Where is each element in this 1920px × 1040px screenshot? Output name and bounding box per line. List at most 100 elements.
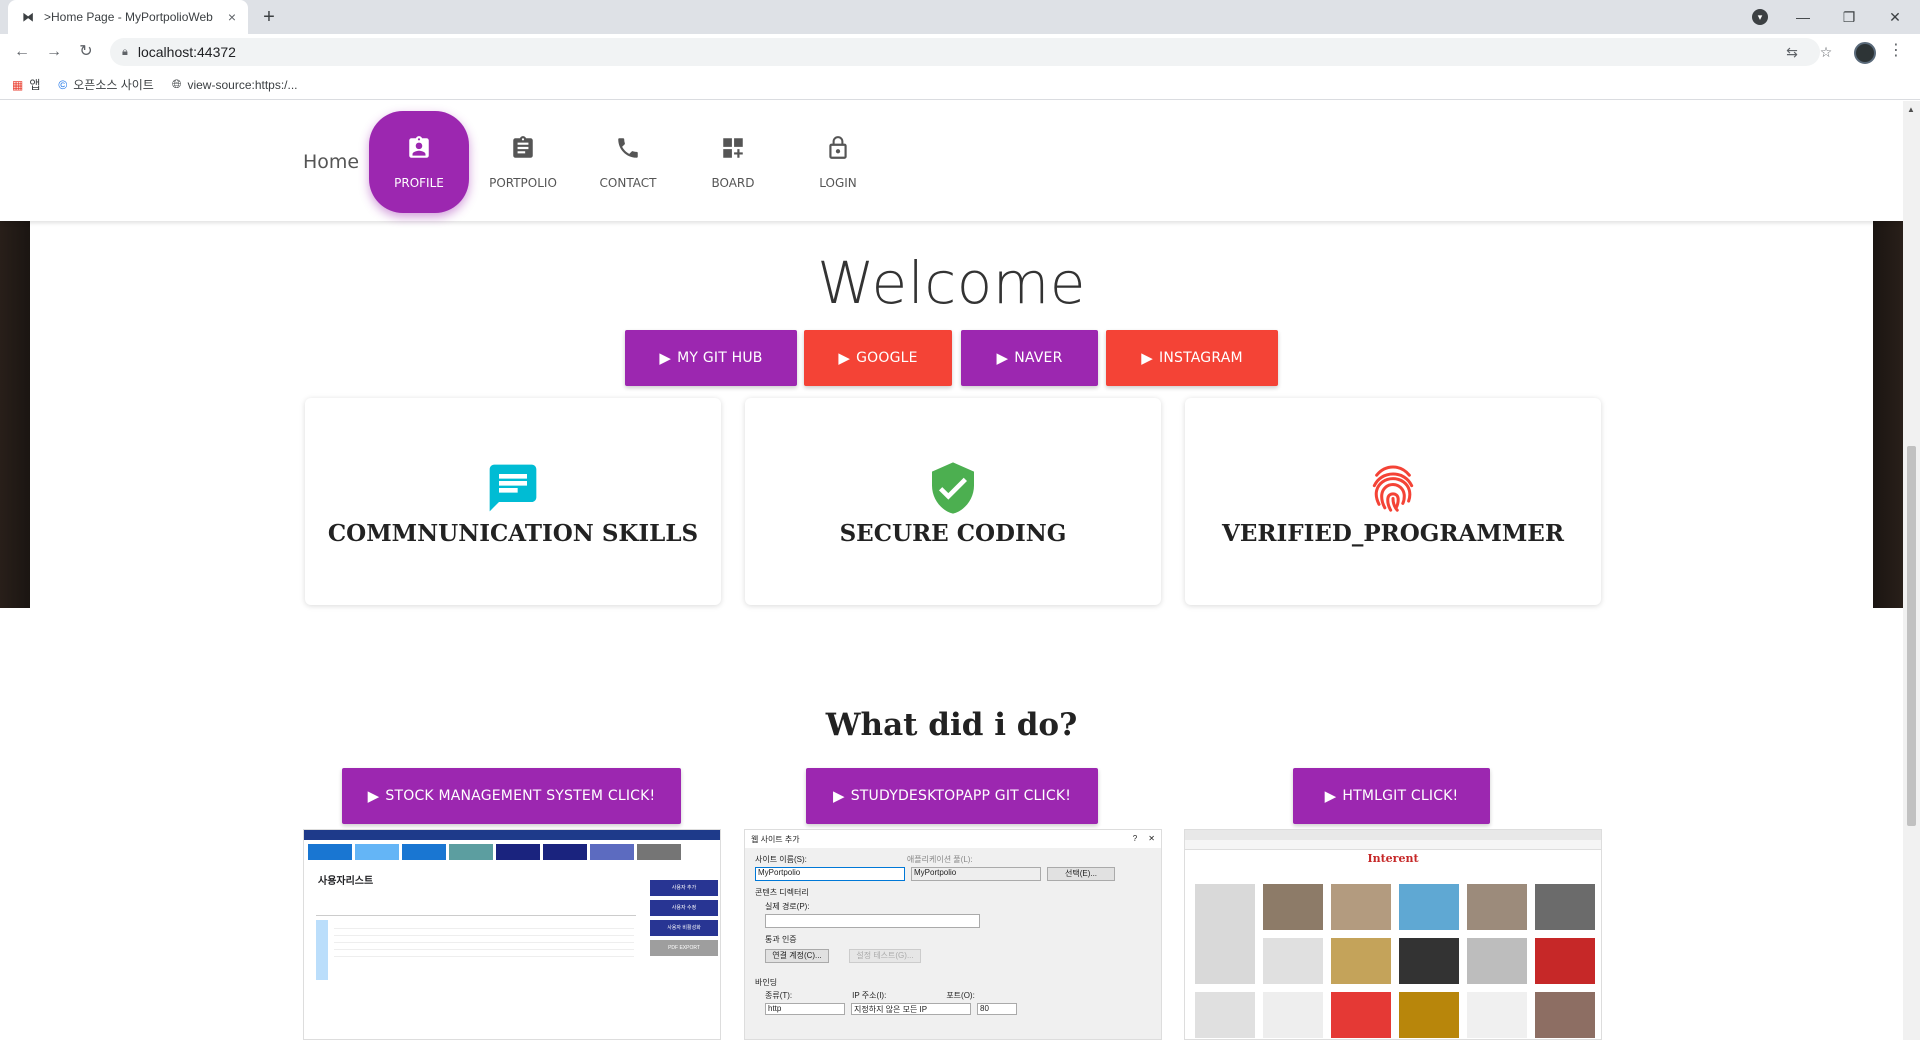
button-label: NAVER — [1014, 350, 1063, 366]
translate-icon[interactable]: ⇆ — [1780, 40, 1804, 64]
forward-arrow-icon[interactable]: → — [42, 40, 66, 64]
dialog-label: 콘텐츠 디렉터리 — [755, 888, 809, 897]
scroll-up-icon[interactable]: ▲ — [1907, 105, 1915, 114]
screenshot-side-button: PDF EXPORT — [650, 940, 718, 956]
browser-menu-icon[interactable]: ⋮ — [1888, 40, 1904, 60]
bookmark-label: view-source:https:/... — [187, 77, 298, 92]
site-navbar: Home PROFILE PORTPOLIO CONTACT BOARD LOG… — [0, 101, 1903, 221]
bookmark-label: 오픈소스 사이트 — [73, 78, 154, 92]
dialog-label: 사이트 이름(S): — [755, 855, 807, 864]
verified-shield-icon — [925, 460, 981, 516]
dialog-button: 선택(E)... — [1047, 867, 1115, 881]
clipboard-icon — [509, 134, 537, 162]
studydesktopapp-button[interactable]: ▶ STUDYDESKTOPAPP GIT CLICK! — [806, 768, 1098, 824]
stock-management-screenshot: 사용자리스트 사용자 추가 사용자 수정 사용자 비활성화 PDF EXPORT — [303, 829, 721, 1040]
scrollbar-thumb[interactable] — [1907, 446, 1916, 826]
feature-title: SECURE CODING — [839, 520, 1067, 547]
dialog-label: 통과 인증 — [765, 935, 797, 944]
bookmarks-bar: ▦ 앱 © 오픈소스 사이트 🌐︎ view-source:https:/... — [0, 70, 1920, 100]
dialog-input: 지정하지 않은 모든 IP — [851, 1003, 971, 1015]
dialog-label: 바인딩 — [755, 978, 778, 987]
url-text: localhost:44372 — [137, 44, 236, 60]
restore-icon[interactable]: ❐ — [1826, 9, 1872, 26]
dashboard-add-icon — [719, 134, 747, 162]
address-bar[interactable]: 🔒︎ localhost:44372 — [110, 38, 1820, 66]
bookmark-apps[interactable]: ▦ 앱 — [12, 76, 40, 93]
play-icon: ▶ — [1324, 787, 1337, 805]
play-icon: ▶ — [832, 787, 845, 805]
browser-toolbar: ← → ↻ 🔒︎ localhost:44372 ⇆ ☆ ⋮ — [0, 34, 1920, 70]
feature-title: VERIFIED_PROGRAMMER — [1222, 520, 1564, 547]
minimize-icon[interactable]: — — [1780, 9, 1826, 25]
nav-item-board[interactable]: BOARD — [683, 111, 783, 213]
dialog-input — [765, 914, 980, 928]
lock-icon — [824, 134, 852, 162]
button-label: HTMLGIT CLICK! — [1342, 788, 1459, 804]
dialog-button: 설정 테스트(G)... — [849, 949, 921, 963]
htmlgit-screenshot: Interent — [1184, 829, 1602, 1040]
reload-icon[interactable]: ↻ — [74, 40, 98, 64]
play-icon: ▶ — [659, 349, 672, 367]
dialog-label: 포트(O): — [946, 991, 975, 1000]
dialog-label: IP 주소(I): — [852, 991, 887, 1000]
instagram-button[interactable]: ▶ INSTAGRAM — [1106, 330, 1278, 386]
nav-item-label: BOARD — [711, 176, 755, 190]
dialog-input: MyPortpolio — [911, 867, 1041, 881]
back-arrow-icon[interactable]: ← — [10, 40, 34, 64]
screenshot-dialog-title: 웹 사이트 추가 — [751, 835, 800, 844]
dialog-label: 종류(T): — [765, 991, 793, 1000]
new-tab-button[interactable]: + — [258, 6, 280, 28]
screenshot-side-button: 사용자 수정 — [650, 900, 718, 916]
button-label: MY GIT HUB — [677, 350, 763, 366]
feature-card-communication: COMMNUNICATION SKILLS — [305, 398, 721, 605]
google-button[interactable]: ▶ GOOGLE — [804, 330, 952, 386]
bookmark-label: 앱 — [29, 78, 41, 92]
dialog-input: MyPortpolio — [755, 867, 905, 881]
nav-item-profile[interactable]: PROFILE — [369, 111, 469, 213]
browser-tab-bar: ⧓ >Home Page - MyPortpolioWeb × + ▾ — ❐ … — [0, 0, 1920, 34]
tab-title: >Home Page - MyPortpolioWeb — [44, 10, 213, 24]
nav-item-login[interactable]: LOGIN — [788, 111, 888, 213]
close-window-icon[interactable]: ✕ — [1872, 9, 1918, 26]
naver-button[interactable]: ▶ NAVER — [961, 330, 1098, 386]
github-button[interactable]: ▶ MY GIT HUB — [625, 330, 797, 386]
tab-favicon-icon: ⧓ — [22, 10, 34, 24]
study-desktop-app-screenshot: 웹 사이트 추가 ? ✕ 사이트 이름(S): 애플리케이션 풀(L): MyP… — [744, 829, 1162, 1040]
nav-item-label: CONTACT — [599, 176, 657, 190]
globe-icon: 🌐︎ — [171, 77, 182, 91]
apps-grid-icon: ▦ — [12, 77, 24, 92]
profile-badge-icon — [405, 134, 433, 162]
button-label: STOCK MANAGEMENT SYSTEM CLICK! — [385, 788, 656, 804]
screenshot-heading: Interent — [1367, 852, 1419, 865]
nav-item-contact[interactable]: CONTACT — [578, 111, 678, 213]
feature-card-verified: VERIFIED_PROGRAMMER — [1185, 398, 1601, 605]
dialog-button: 연결 계정(C)... — [765, 949, 829, 963]
bookmark-view-source[interactable]: 🌐︎ view-source:https:/... — [172, 77, 298, 92]
htmlgit-button[interactable]: ▶ HTMLGIT CLICK! — [1293, 768, 1490, 824]
dialog-label: 애플리케이션 풀(L): — [906, 855, 973, 864]
dialog-label: 실제 경로(P): — [765, 902, 810, 911]
feature-title: COMMNUNICATION SKILLS — [327, 520, 699, 547]
navbar-brand[interactable]: Home — [303, 151, 359, 173]
screenshot-side-button: 사용자 추가 — [650, 880, 718, 896]
lock-icon: 🔒︎ — [122, 45, 128, 58]
tab-search-icon[interactable]: ▾ — [1752, 9, 1768, 25]
page-scrollbar[interactable]: ▲ — [1903, 101, 1920, 1040]
profile-avatar[interactable] — [1854, 42, 1876, 64]
nav-item-label: LOGIN — [819, 176, 857, 190]
button-label: INSTAGRAM — [1159, 350, 1243, 366]
section-title: What did i do? — [825, 707, 1078, 743]
play-icon: ▶ — [367, 787, 380, 805]
feature-card-secure: SECURE CODING — [745, 398, 1161, 605]
tab-close-icon[interactable]: × — [228, 9, 236, 25]
stock-management-button[interactable]: ▶ STOCK MANAGEMENT SYSTEM CLICK! — [342, 768, 681, 824]
nav-item-label: PROFILE — [394, 176, 444, 190]
play-icon: ▶ — [838, 349, 851, 367]
play-icon: ▶ — [996, 349, 1009, 367]
nav-item-portpolio[interactable]: PORTPOLIO — [473, 111, 573, 213]
browser-tab[interactable]: ⧓ >Home Page - MyPortpolioWeb × — [8, 0, 248, 34]
bookmark-star-icon[interactable]: ☆ — [1814, 40, 1838, 64]
window-controls: — ❐ ✕ — [1780, 0, 1918, 34]
nav-item-label: PORTPOLIO — [489, 176, 557, 190]
bookmark-opensource[interactable]: © 오픈소스 사이트 — [58, 76, 153, 93]
